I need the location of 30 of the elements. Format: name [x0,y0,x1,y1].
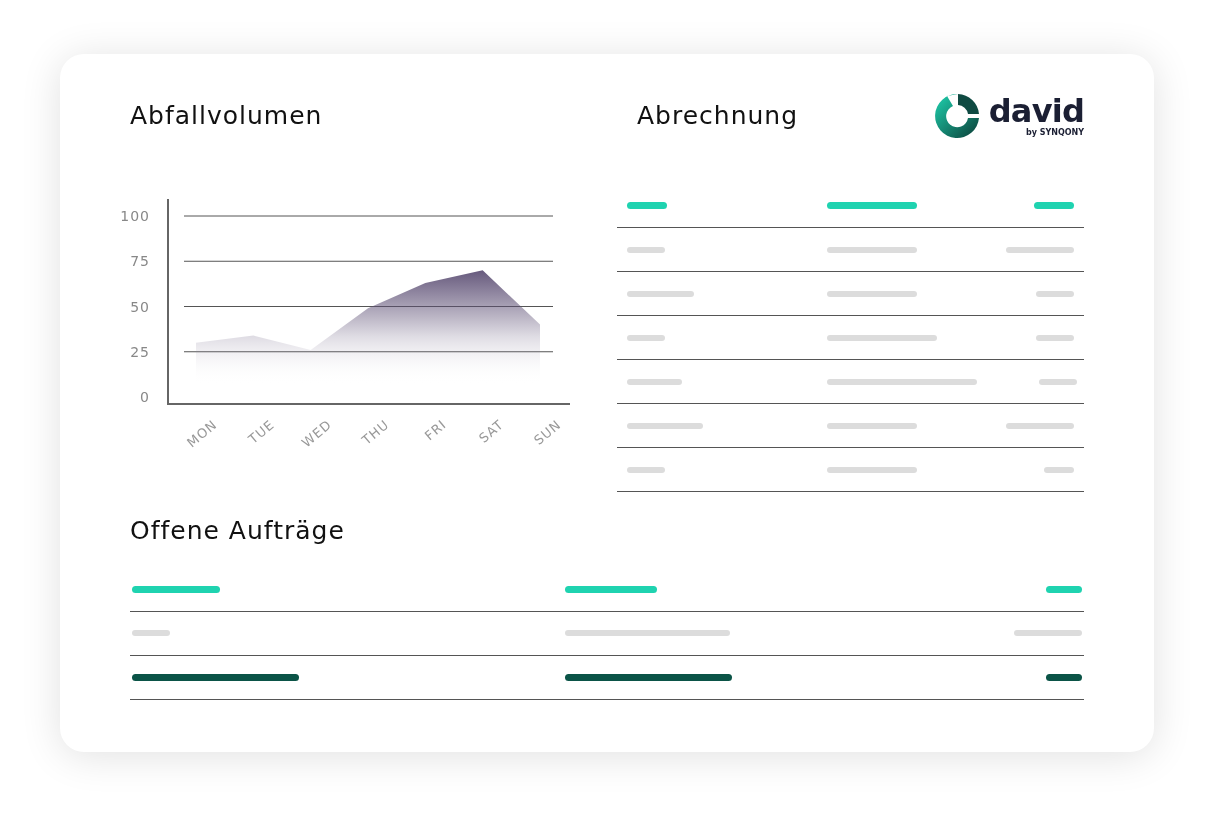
logo-wordmark: david [988,95,1084,126]
y-tick-label: 25 [130,343,150,360]
placeholder-bar [627,334,665,341]
section-title: Abrechnung [637,100,799,133]
placeholder-bar [1039,378,1077,385]
placeholder-bar [627,246,665,253]
section-title: Abfallvolumen [130,100,323,133]
placeholder-bar [1014,630,1082,636]
placeholder-bar [1034,202,1074,209]
y-tick-label: 0 [140,389,150,405]
placeholder-bar [1046,673,1082,681]
placeholder-bar [132,630,170,636]
y-tick-label: 100 [120,208,150,224]
placeholder-bar [1046,585,1082,593]
placeholder-bar [1036,290,1074,297]
placeholder-bar [1006,246,1074,253]
section-title: Offene Aufträge [130,515,346,547]
logo-byline: by SYNQONY [1025,128,1084,137]
placeholder-bar [627,466,665,473]
ring-logo-icon [934,92,981,140]
y-tick-label: 75 [130,253,150,270]
placeholder-bar [627,378,682,385]
placeholder-bar [1044,466,1074,473]
x-tick-label: TUE [245,416,278,447]
placeholder-bar [1006,422,1074,429]
placeholder-bar [627,290,694,297]
y-tick-label: 50 [130,298,150,315]
x-tick-label: FRI [421,416,450,444]
placeholder-bar [627,202,667,209]
placeholder-bar [1036,334,1074,341]
